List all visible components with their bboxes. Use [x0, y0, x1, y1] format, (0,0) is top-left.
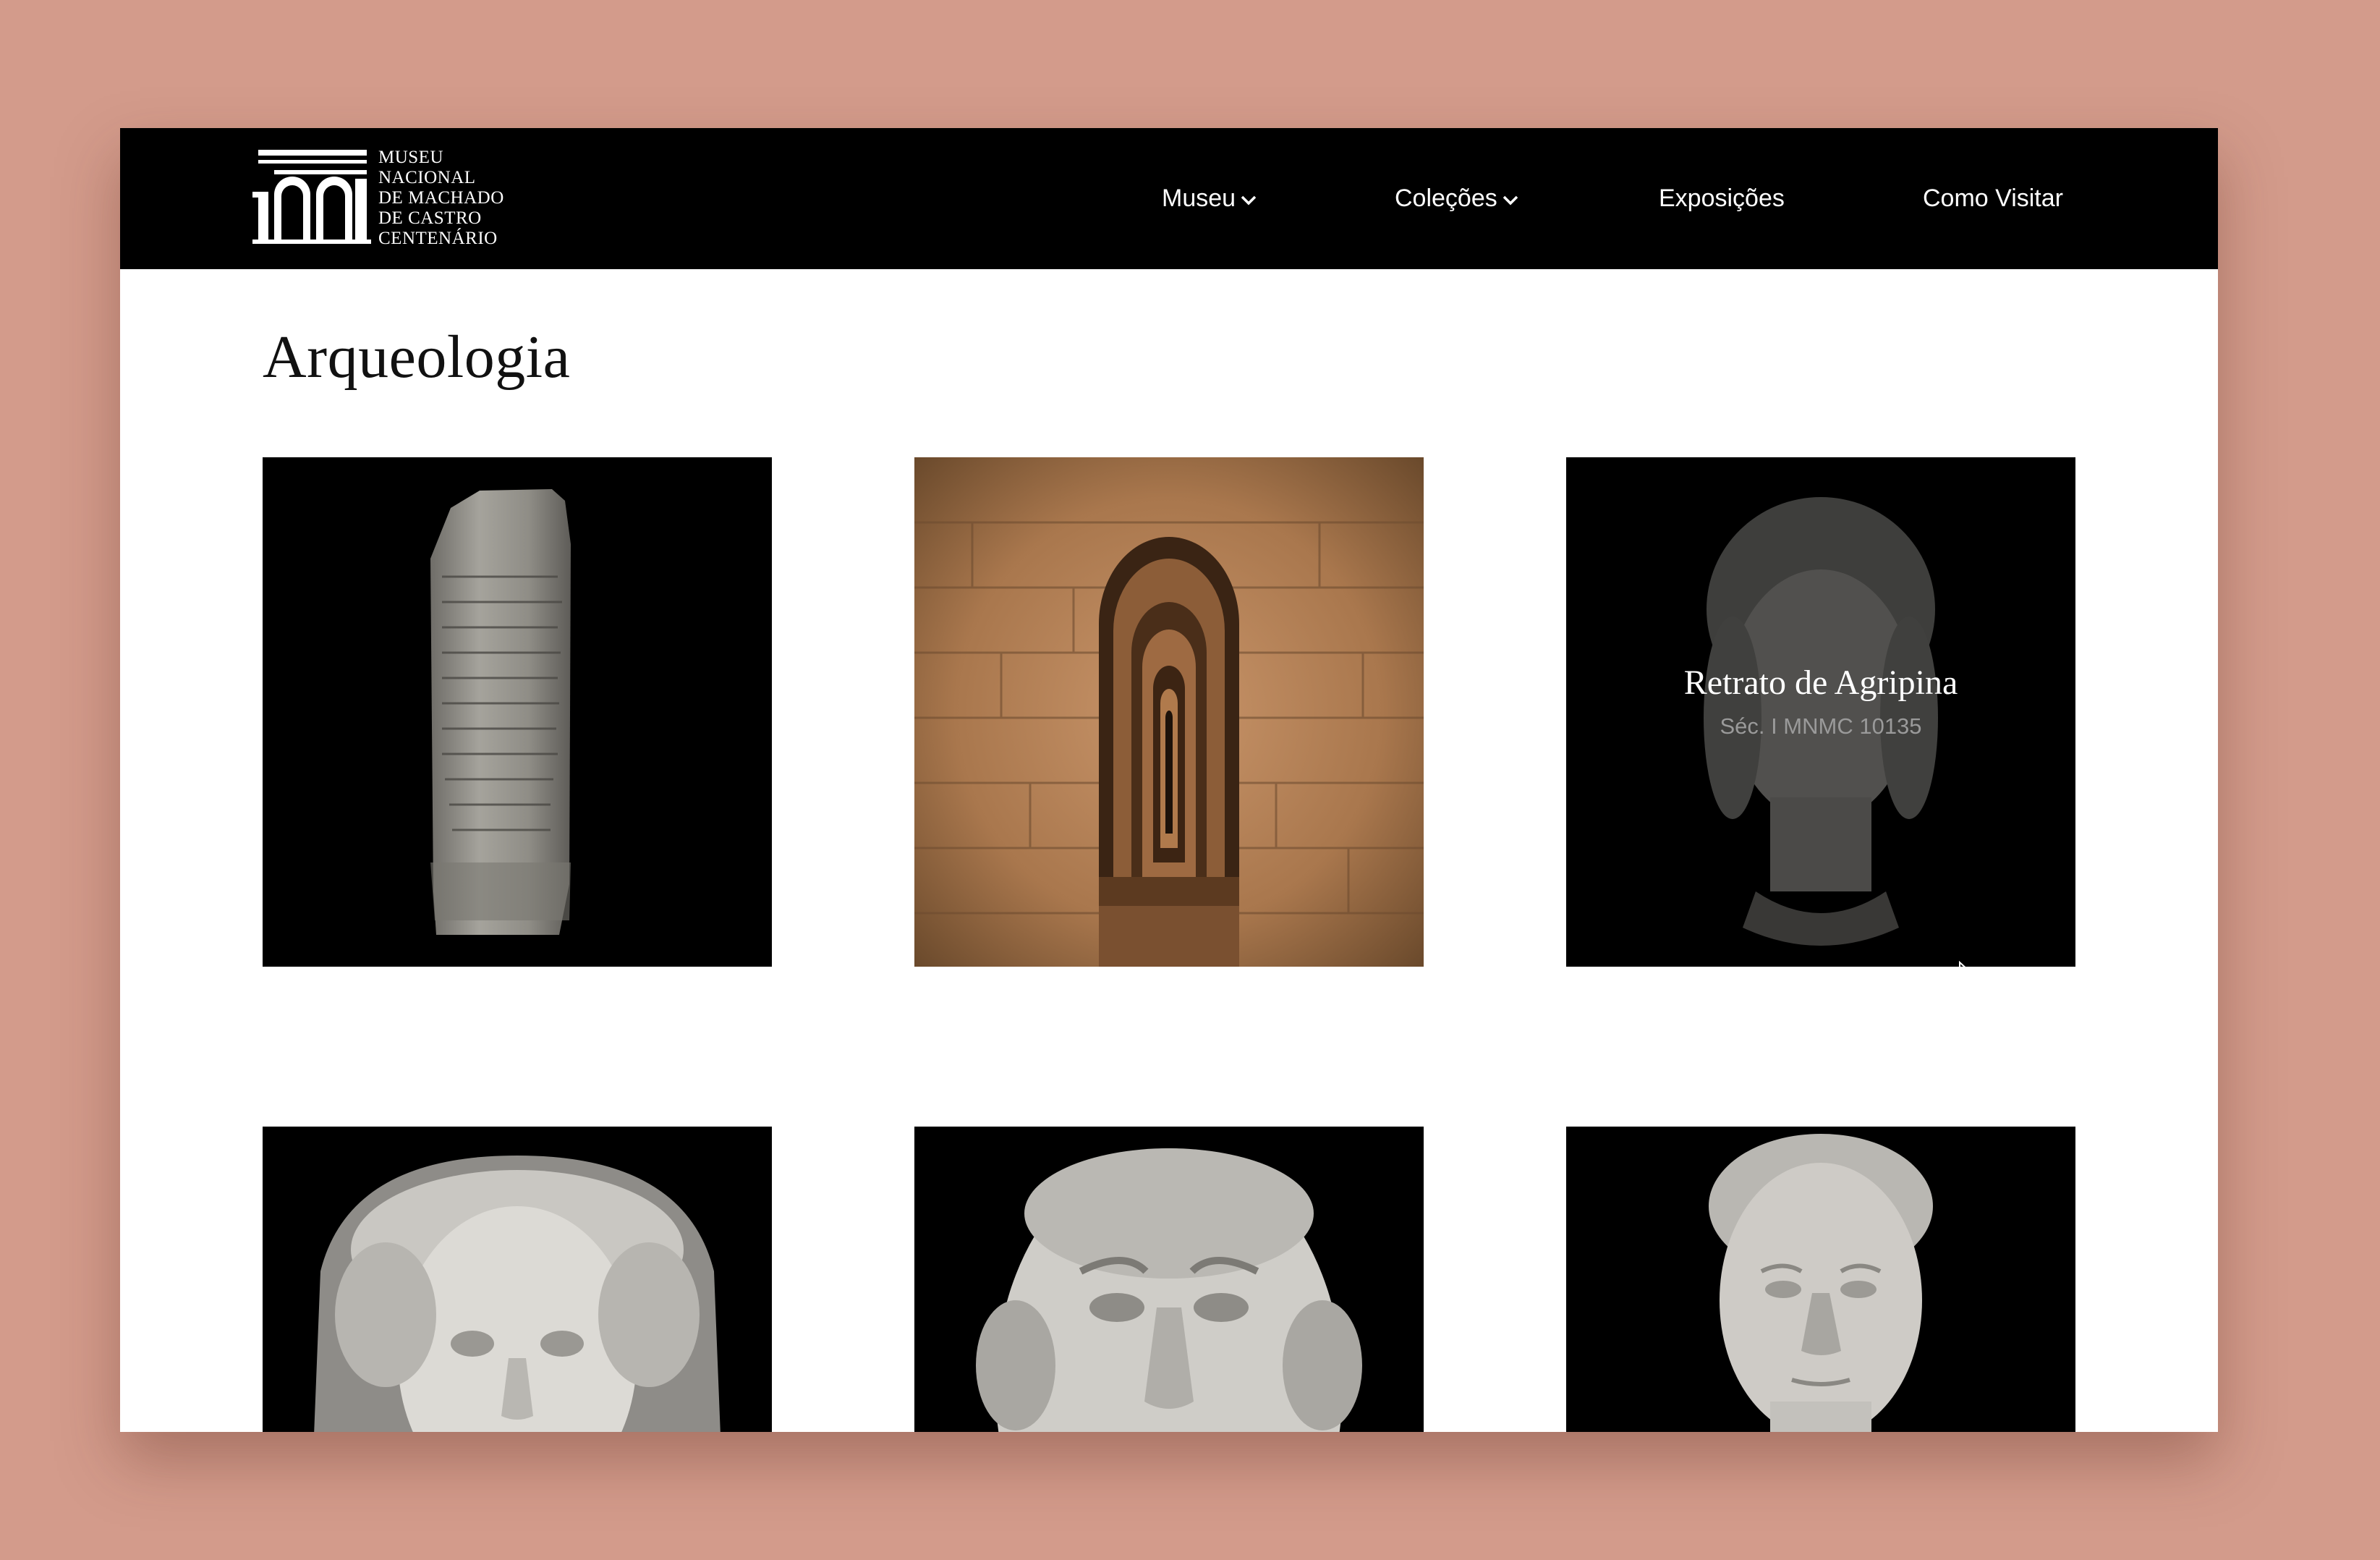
nav-label: Museu — [1162, 185, 1236, 212]
nav-item-exposicoes[interactable]: Exposições — [1659, 185, 1785, 213]
nav-item-colecoes[interactable]: Coleções — [1395, 185, 1519, 213]
gallery-card-retrato-de-agripina[interactable]: Retrato de Agripina Séc. I MNMC 10135 — [1566, 457, 2075, 967]
cryptoporticus-arches-image — [914, 457, 1424, 967]
mouse-cursor-icon — [1959, 961, 1966, 967]
nav-label: Coleções — [1395, 185, 1497, 212]
page-title: Arqueologia — [263, 323, 571, 391]
logo-100-arcade-icon — [252, 150, 371, 244]
nav-label: Exposições — [1659, 185, 1785, 212]
male-portrait-head-image — [976, 1148, 1362, 1432]
inscribed-stone-stele-image — [430, 489, 571, 935]
logo-wordmark: MUSEU NACIONAL DE MACHADO DE CASTRO CENT… — [378, 148, 504, 249]
card-subtitle: Séc. I MNMC 10135 — [1720, 713, 1922, 739]
gallery-card-inscribed-stone-stele[interactable] — [263, 457, 772, 967]
nav-item-museu[interactable]: Museu — [1162, 185, 1257, 213]
nav-label: Como Visitar — [1923, 185, 2063, 212]
museum-logo[interactable]: MUSEU NACIONAL DE MACHADO DE CASTRO CENT… — [252, 144, 504, 253]
veiled-female-head-image — [314, 1156, 721, 1432]
site-header: MUSEU NACIONAL DE MACHADO DE CASTRO CENT… — [120, 128, 2218, 269]
gallery-card-male-portrait-head[interactable] — [914, 1127, 1424, 1432]
logo-line: CENTENÁRIO — [378, 229, 498, 248]
logo-line: DE MACHADO — [378, 188, 504, 208]
chevron-down-icon — [1241, 195, 1257, 205]
browser-window: MUSEU NACIONAL DE MACHADO DE CASTRO CENT… — [120, 128, 2218, 1432]
logo-line: DE CASTRO — [378, 208, 482, 228]
nav-item-como-visitar[interactable]: Como Visitar — [1923, 185, 2063, 213]
chevron-down-icon — [1503, 195, 1518, 205]
young-male-head-image — [1709, 1134, 1933, 1432]
card-title: Retrato de Agripina — [1683, 664, 1958, 702]
logo-line: MUSEU — [378, 148, 444, 167]
logo-line: NACIONAL — [378, 168, 476, 187]
gallery-card-veiled-female-head[interactable] — [263, 1127, 772, 1432]
gallery-card-young-male-head[interactable] — [1566, 1127, 2075, 1432]
gallery-card-cryptoporticus-arches[interactable] — [914, 457, 1424, 967]
hover-overlay — [1566, 457, 2075, 967]
